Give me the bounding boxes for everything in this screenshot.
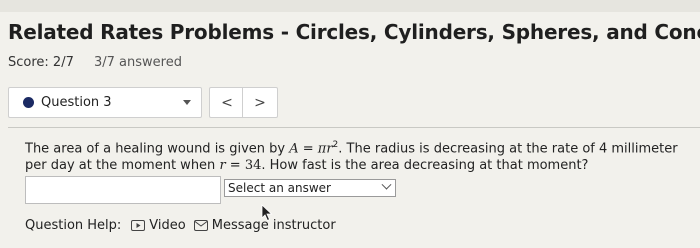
units-select[interactable]: Select an answer [224, 179, 396, 197]
video-link[interactable]: Video [131, 218, 186, 233]
answered-count: 3/7 answered [94, 55, 182, 70]
problem-text: The area of a healing wound is given by … [25, 137, 695, 174]
answer-input[interactable] [25, 176, 221, 204]
question-help: Question Help: Video Message instructor [25, 218, 336, 233]
units-select-label: Select an answer [228, 181, 331, 195]
question-select-label: Question 3 [41, 95, 112, 110]
page-title: Related Rates Problems - Circles, Cylind… [8, 20, 700, 44]
question-help-label: Question Help: [25, 218, 122, 233]
divider [8, 127, 700, 128]
score-label: Score: 2/7 [8, 55, 74, 70]
variable-value: 34 [244, 158, 262, 174]
formula-lhs: A [289, 141, 299, 157]
variable-equals: = [225, 158, 245, 174]
top-band [0, 0, 700, 12]
video-icon [131, 220, 146, 231]
message-instructor-label: Message instructor [211, 218, 336, 233]
score-line: Score: 2/7 3/7 answered [8, 55, 182, 70]
caret-down-icon [183, 100, 191, 105]
message-instructor-link[interactable]: Message instructor [193, 218, 336, 233]
formula-rhs: πr [317, 141, 333, 157]
mail-icon [193, 220, 208, 231]
question-status-dot-icon [23, 97, 34, 108]
problem-text-part-1: The area of a healing wound is given by [25, 141, 290, 157]
next-question-button[interactable]: > [242, 87, 278, 118]
problem-text-part-3: . How fast is the area decreasing at tha… [261, 158, 589, 174]
video-link-label: Video [149, 218, 186, 233]
chevron-down-icon [381, 179, 392, 190]
formula-equals: = [298, 141, 318, 157]
question-select[interactable]: Question 3 [8, 87, 202, 118]
previous-question-button[interactable]: < [209, 87, 245, 118]
